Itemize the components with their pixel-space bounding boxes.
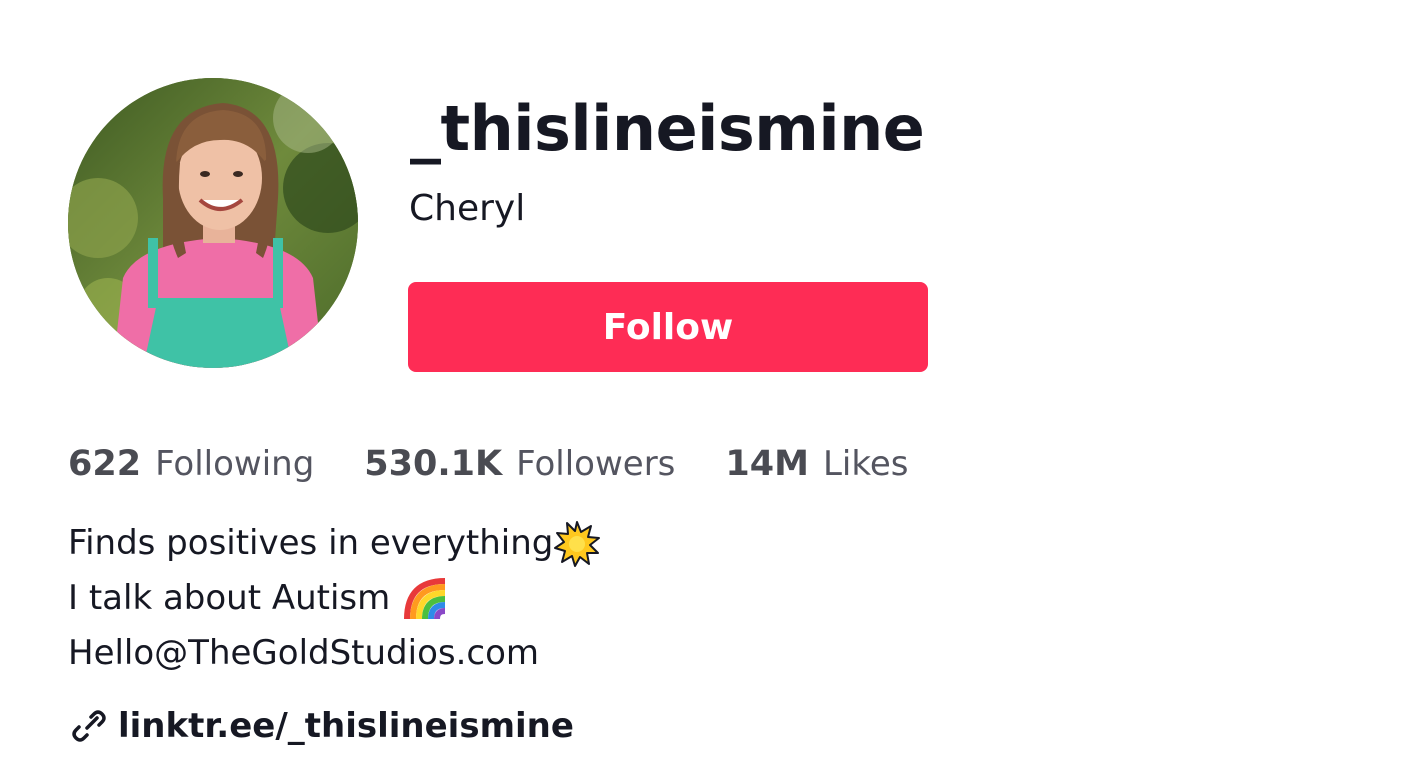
profile-stats: 622 Following 530.1K Followers 14M Likes (68, 436, 958, 492)
sunburst-emoji (554, 520, 601, 567)
follow-button[interactable]: Follow (408, 282, 928, 372)
stat-label: Likes (822, 444, 909, 484)
stat-value: 622 (68, 444, 142, 484)
stat-value: 530.1K (364, 444, 503, 484)
bio-email: Hello@TheGoldStudios.com (68, 633, 540, 673)
stat-likes: 14M Likes (725, 444, 908, 484)
link-icon (72, 710, 106, 742)
profile-link-text: linktr.ee/_thislineismine (118, 706, 574, 746)
avatar-photo (68, 78, 358, 368)
stat-value: 14M (725, 444, 809, 484)
bio-line: Finds positives in everything (68, 516, 601, 571)
bio: Finds positives in everything I talk abo… (68, 516, 601, 681)
stat-followers[interactable]: 530.1K Followers (364, 444, 675, 484)
stat-label: Following (155, 444, 315, 484)
nickname: Cheryl (409, 188, 526, 229)
bio-line: I talk about Autism (68, 571, 601, 626)
username: _thislineismine (410, 92, 925, 165)
bio-text: I talk about Autism (68, 578, 402, 618)
profile-link[interactable]: linktr.ee/_thislineismine (70, 700, 574, 752)
bio-line: Hello@TheGoldStudios.com (68, 626, 601, 681)
stat-following[interactable]: 622 Following (68, 444, 314, 484)
rainbow-emoji (404, 577, 446, 619)
stat-label: Followers (516, 444, 676, 484)
bio-text: Finds positives in everything (68, 523, 554, 563)
avatar[interactable] (68, 78, 358, 368)
